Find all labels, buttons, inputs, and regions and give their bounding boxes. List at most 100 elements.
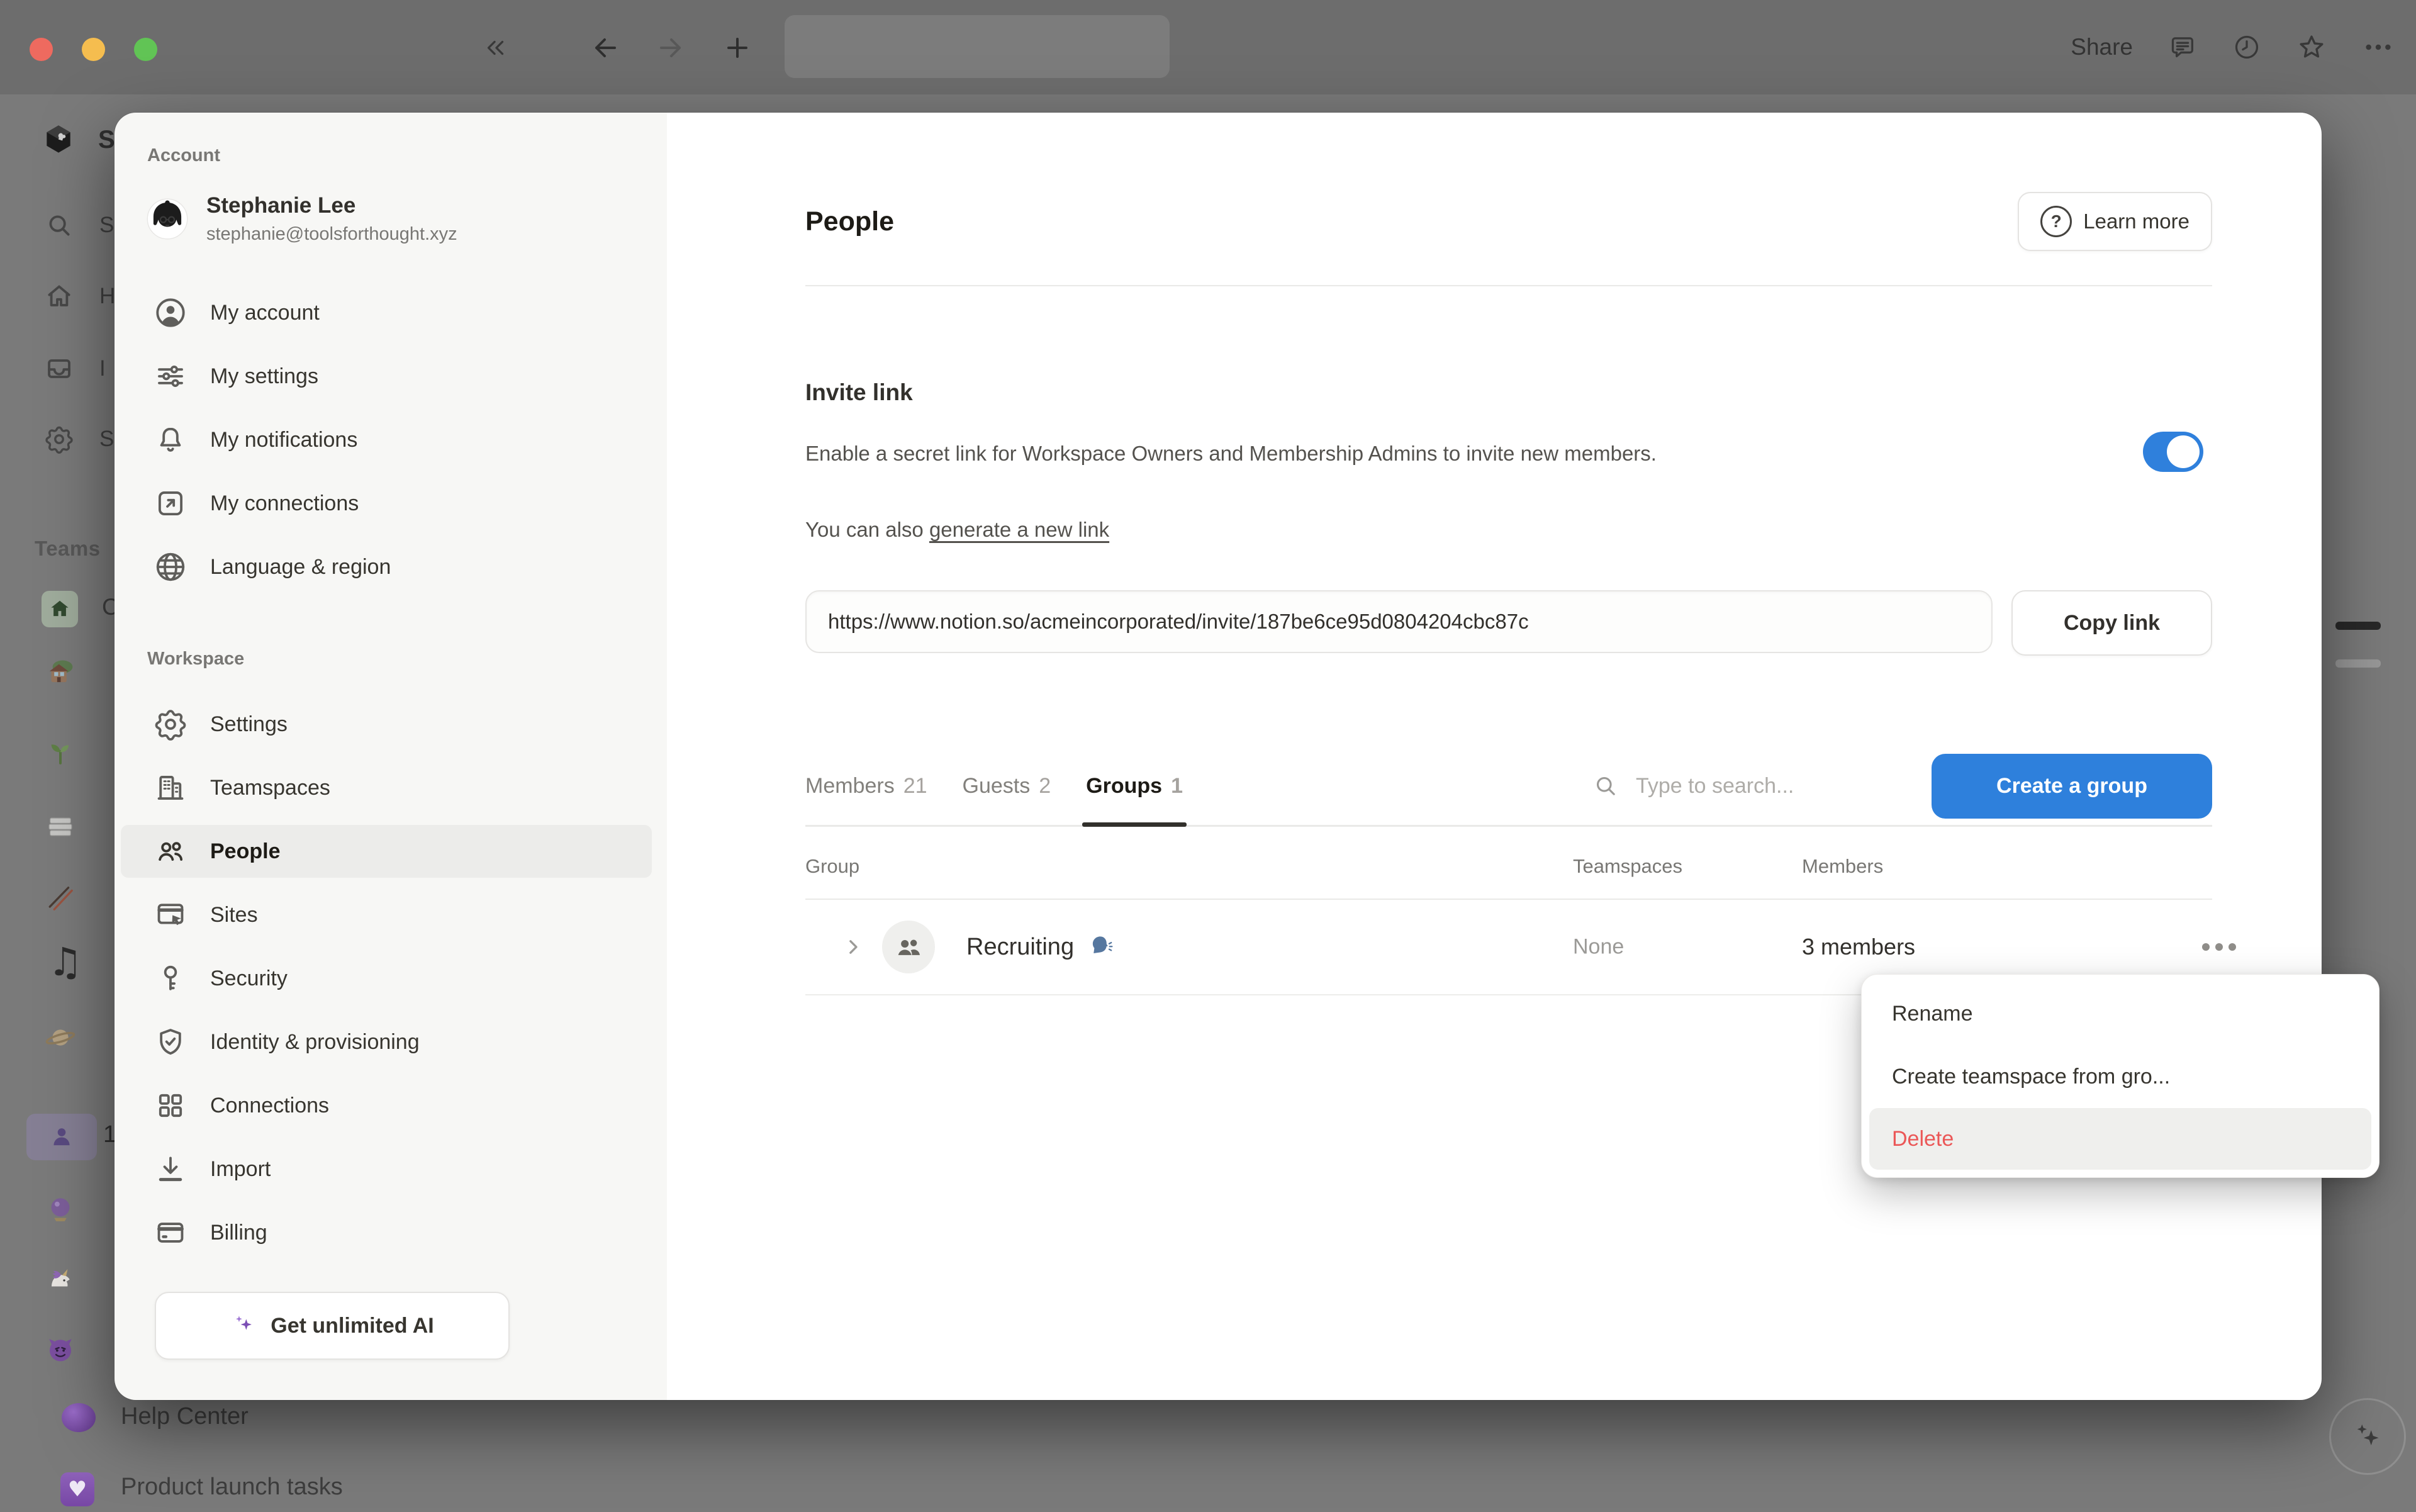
- page-icon-crystal-ball[interactable]: [43, 1192, 78, 1228]
- sidebar-item-settings-fragment[interactable]: S: [99, 427, 114, 452]
- sidebar-item-my-connections[interactable]: My connections: [121, 477, 652, 530]
- browser-tab[interactable]: [785, 15, 1170, 78]
- search-icon[interactable]: [44, 210, 74, 240]
- teamspace-general-icon[interactable]: [42, 591, 78, 627]
- sliders-icon: [154, 359, 187, 393]
- search-icon: [1592, 772, 1619, 800]
- product-launch-tasks-link[interactable]: Product launch tasks: [121, 1474, 343, 1501]
- page-icon-music-notes[interactable]: ♫: [48, 943, 83, 982]
- right-panel-handle-dark[interactable]: [2335, 622, 2381, 630]
- page-icon-saturn[interactable]: [43, 1020, 78, 1055]
- sidebar-item-inbox-fragment[interactable]: I: [99, 356, 106, 381]
- updates-clock-icon[interactable]: [2232, 33, 2261, 62]
- page-icon-seedling[interactable]: [43, 733, 78, 768]
- collapse-sidebar-icon[interactable]: [481, 33, 510, 62]
- comments-icon[interactable]: [2168, 33, 2197, 62]
- invite-url-field[interactable]: [805, 590, 1993, 653]
- close-window-button[interactable]: [30, 38, 53, 61]
- sidebar-item-label: Sites: [210, 903, 258, 927]
- menu-item-create-teamspace[interactable]: Create teamspace from gro...: [1869, 1045, 2371, 1108]
- sidebar-item-my-settings[interactable]: My settings: [121, 350, 652, 403]
- sidebar-item-search-fragment[interactable]: S: [99, 213, 114, 238]
- notion-ai-button[interactable]: [2329, 1398, 2406, 1475]
- sidebar-item-my-account[interactable]: My account: [121, 286, 652, 339]
- building-icon: [154, 771, 187, 805]
- help-center-link[interactable]: Help Center: [121, 1403, 249, 1430]
- home-icon[interactable]: [44, 281, 74, 311]
- key-icon: [154, 961, 187, 995]
- learn-more-button[interactable]: ? Learn more: [2018, 192, 2212, 251]
- tab-guests[interactable]: Guests 2: [963, 747, 1051, 825]
- page-icon-person-purple[interactable]: [44, 1119, 79, 1155]
- right-panel-handle-light[interactable]: [2335, 659, 2381, 668]
- person-circle-icon: [154, 296, 187, 330]
- workspace-logo-icon[interactable]: [42, 122, 76, 156]
- sidebar-item-language-region[interactable]: Language & region: [121, 540, 652, 593]
- row-members-value: 3 members: [1802, 934, 1915, 960]
- tab-groups[interactable]: Groups 1: [1086, 747, 1183, 825]
- create-group-button[interactable]: Create a group: [1932, 754, 2212, 819]
- page-icon-unicorn[interactable]: [43, 1262, 78, 1297]
- sidebar-item-billing[interactable]: Billing: [121, 1206, 652, 1259]
- product-launch-tasks-icon[interactable]: ♥: [60, 1472, 94, 1506]
- invite-link-secondary: You can also generate a new link: [805, 518, 1109, 542]
- page-icon-house-garden[interactable]: [43, 656, 78, 692]
- sidebar-item-home-fragment[interactable]: H: [99, 284, 115, 309]
- settings-gear-icon[interactable]: [44, 424, 74, 454]
- search-input[interactable]: [1635, 773, 1901, 799]
- sidebar-item-people[interactable]: People: [121, 825, 652, 878]
- people-settings-panel: People ? Learn more Invite link Enable a…: [667, 113, 2322, 1400]
- invite-link-toggle[interactable]: [2143, 432, 2203, 472]
- browser-cursor-icon: [154, 898, 187, 932]
- help-center-icon[interactable]: [62, 1403, 96, 1432]
- sidebar-item-my-notifications[interactable]: My notifications: [121, 413, 652, 466]
- expand-chevron-icon[interactable]: [841, 934, 866, 960]
- sidebar-item-sites[interactable]: Sites: [121, 888, 652, 941]
- sidebar-item-label: Import: [210, 1157, 271, 1182]
- sidebar-item-label: Settings: [210, 712, 288, 737]
- zoom-window-button[interactable]: [134, 38, 157, 61]
- inbox-icon[interactable]: [44, 354, 74, 384]
- sidebar-item-teamspaces[interactable]: Teamspaces: [121, 761, 652, 814]
- page-icon-devil[interactable]: [43, 1331, 78, 1367]
- sidebar-item-import[interactable]: Import: [121, 1143, 652, 1196]
- row-more-icon[interactable]: [2198, 934, 2240, 960]
- row-teamspaces-value: None: [1573, 935, 1624, 960]
- account-section-label: Account: [147, 145, 220, 166]
- shield-check-icon: [154, 1025, 187, 1059]
- screen: Share S S H I S Teams: [0, 0, 2416, 1512]
- column-group: Group: [805, 855, 859, 878]
- speaking-head-icon: [1085, 932, 1114, 961]
- forward-icon[interactable]: [656, 33, 686, 63]
- share-button[interactable]: Share: [2071, 34, 2133, 60]
- workspace-name-fragment[interactable]: S: [98, 126, 115, 154]
- sidebar-item-security[interactable]: Security: [121, 952, 652, 1005]
- people-icon: [154, 834, 187, 868]
- sidebar-item-label: My settings: [210, 364, 318, 389]
- generate-new-link[interactable]: generate a new link: [929, 518, 1109, 541]
- tab-members[interactable]: Members 21: [805, 747, 927, 825]
- sidebar-item-label: My connections: [210, 491, 359, 516]
- settings-sidebar: Account Stephanie Lee stephanie@toolsfor…: [115, 113, 667, 1400]
- group-context-menu: Rename Create teamspace from gro... Dele…: [1861, 974, 2380, 1178]
- menu-item-rename[interactable]: Rename: [1869, 982, 2371, 1045]
- sidebar-item-settings[interactable]: Settings: [121, 698, 652, 751]
- minimize-window-button[interactable]: [82, 38, 105, 61]
- sidebar-item-label: My notifications: [210, 428, 357, 452]
- favorite-star-icon[interactable]: [2296, 32, 2327, 62]
- sidebar-item-label: My account: [210, 301, 320, 325]
- workspace-section-label: Workspace: [147, 649, 244, 669]
- get-unlimited-ai-button[interactable]: Get unlimited AI: [155, 1292, 510, 1360]
- back-icon[interactable]: [590, 33, 620, 63]
- user-name: Stephanie Lee: [206, 193, 457, 218]
- copy-link-button[interactable]: Copy link: [2011, 590, 2212, 656]
- more-options-icon[interactable]: [2362, 33, 2395, 62]
- page-icon-paper-stack[interactable]: [43, 810, 78, 846]
- sidebar-item-connections[interactable]: Connections: [121, 1079, 652, 1132]
- sidebar-item-identity-provisioning[interactable]: Identity & provisioning: [121, 1016, 652, 1068]
- menu-item-delete[interactable]: Delete: [1869, 1108, 2371, 1170]
- page-icon-chopsticks[interactable]: [43, 881, 78, 916]
- sidebar-item-label: Billing: [210, 1221, 267, 1245]
- account-user[interactable]: Stephanie Lee stephanie@toolsforthought.…: [146, 193, 457, 245]
- new-tab-icon[interactable]: [722, 33, 752, 63]
